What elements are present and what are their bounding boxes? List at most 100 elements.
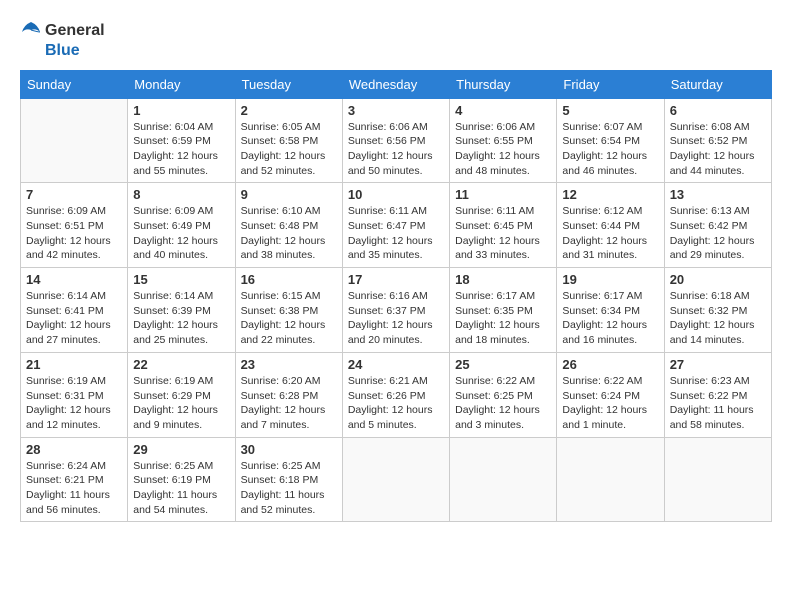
day-number: 12 (562, 187, 658, 202)
day-number: 5 (562, 103, 658, 118)
calendar-cell (557, 437, 664, 522)
calendar-cell: 22 Sunrise: 6:19 AM Sunset: 6:29 PM Dayli… (128, 352, 235, 437)
day-number: 18 (455, 272, 551, 287)
calendar-week-4: 21 Sunrise: 6:19 AM Sunset: 6:31 PM Dayli… (21, 352, 772, 437)
calendar-cell: 14Sunrise: 6:14 AM Sunset: 6:41 PM Dayli… (21, 268, 128, 353)
day-number: 10 (348, 187, 444, 202)
cell-info: Sunrise: 6:23 AM Sunset: 6:22 PM Dayligh… (670, 374, 766, 433)
calendar-cell: 11 Sunrise: 6:11 AM Sunset: 6:45 PM Dayli… (450, 183, 557, 268)
calendar-week-3: 14Sunrise: 6:14 AM Sunset: 6:41 PM Dayli… (21, 268, 772, 353)
day-number: 14 (26, 272, 122, 287)
day-number: 19 (562, 272, 658, 287)
cell-info: Sunrise: 6:15 AM Sunset: 6:38 PM Dayligh… (241, 289, 337, 348)
calendar-cell: 29 Sunrise: 6:25 AM Sunset: 6:19 PM Dayli… (128, 437, 235, 522)
cell-info: Sunrise: 6:16 AM Sunset: 6:37 PM Dayligh… (348, 289, 444, 348)
calendar-cell: 5Sunrise: 6:07 AM Sunset: 6:54 PM Daylig… (557, 98, 664, 183)
calendar-cell: 13Sunrise: 6:13 AM Sunset: 6:42 PM Dayli… (664, 183, 771, 268)
cell-info: Sunrise: 6:11 AM Sunset: 6:45 PM Dayligh… (455, 204, 551, 263)
calendar-cell: 3Sunrise: 6:06 AM Sunset: 6:56 PM Daylig… (342, 98, 449, 183)
logo: General Blue (20, 20, 105, 60)
logo-bird-icon (20, 20, 42, 42)
calendar-cell: 19 Sunrise: 6:17 AM Sunset: 6:34 PM Dayli… (557, 268, 664, 353)
logo-general: General (45, 22, 105, 40)
day-number: 6 (670, 103, 766, 118)
cell-info: Sunrise: 6:04 AM Sunset: 6:59 PM Dayligh… (133, 120, 229, 179)
cell-info: Sunrise: 6:25 AM Sunset: 6:18 PM Dayligh… (241, 459, 337, 518)
cell-info: Sunrise: 6:09 AM Sunset: 6:49 PM Dayligh… (133, 204, 229, 263)
day-number: 28 (26, 442, 122, 457)
cell-info: Sunrise: 6:06 AM Sunset: 6:55 PM Dayligh… (455, 120, 551, 179)
day-header-tuesday: Tuesday (235, 70, 342, 98)
calendar-cell: 1 Sunrise: 6:04 AM Sunset: 6:59 PM Daylig… (128, 98, 235, 183)
day-number: 3 (348, 103, 444, 118)
calendar-cell: 25Sunrise: 6:22 AM Sunset: 6:25 PM Dayli… (450, 352, 557, 437)
cell-info: Sunrise: 6:20 AM Sunset: 6:28 PM Dayligh… (241, 374, 337, 433)
cell-info: Sunrise: 6:08 AM Sunset: 6:52 PM Dayligh… (670, 120, 766, 179)
day-number: 9 (241, 187, 337, 202)
day-header-sunday: Sunday (21, 70, 128, 98)
day-header-thursday: Thursday (450, 70, 557, 98)
calendar-cell: 27 Sunrise: 6:23 AM Sunset: 6:22 PM Dayli… (664, 352, 771, 437)
day-number: 7 (26, 187, 122, 202)
calendar-cell: 7 Sunrise: 6:09 AM Sunset: 6:51 PM Daylig… (21, 183, 128, 268)
calendar-week-5: 28Sunrise: 6:24 AM Sunset: 6:21 PM Dayli… (21, 437, 772, 522)
day-number: 27 (670, 357, 766, 372)
day-number: 22 (133, 357, 229, 372)
calendar-cell: 30Sunrise: 6:25 AM Sunset: 6:18 PM Dayli… (235, 437, 342, 522)
calendar-cell: 8 Sunrise: 6:09 AM Sunset: 6:49 PM Daylig… (128, 183, 235, 268)
calendar-cell (664, 437, 771, 522)
day-number: 25 (455, 357, 551, 372)
day-number: 23 (241, 357, 337, 372)
cell-info: Sunrise: 6:14 AM Sunset: 6:39 PM Dayligh… (133, 289, 229, 348)
cell-info: Sunrise: 6:12 AM Sunset: 6:44 PM Dayligh… (562, 204, 658, 263)
calendar-cell: 24 Sunrise: 6:21 AM Sunset: 6:26 PM Dayli… (342, 352, 449, 437)
cell-info: Sunrise: 6:17 AM Sunset: 6:35 PM Dayligh… (455, 289, 551, 348)
calendar-cell (450, 437, 557, 522)
day-number: 2 (241, 103, 337, 118)
cell-info: Sunrise: 6:05 AM Sunset: 6:58 PM Dayligh… (241, 120, 337, 179)
cell-info: Sunrise: 6:18 AM Sunset: 6:32 PM Dayligh… (670, 289, 766, 348)
calendar-table: SundayMondayTuesdayWednesdayThursdayFrid… (20, 70, 772, 523)
calendar-header-row: SundayMondayTuesdayWednesdayThursdayFrid… (21, 70, 772, 98)
day-number: 24 (348, 357, 444, 372)
day-header-saturday: Saturday (664, 70, 771, 98)
calendar-cell: 23 Sunrise: 6:20 AM Sunset: 6:28 PM Dayli… (235, 352, 342, 437)
day-number: 15 (133, 272, 229, 287)
day-number: 29 (133, 442, 229, 457)
cell-info: Sunrise: 6:17 AM Sunset: 6:34 PM Dayligh… (562, 289, 658, 348)
calendar-week-1: 1 Sunrise: 6:04 AM Sunset: 6:59 PM Daylig… (21, 98, 772, 183)
day-number: 4 (455, 103, 551, 118)
calendar-cell: 28Sunrise: 6:24 AM Sunset: 6:21 PM Dayli… (21, 437, 128, 522)
cell-info: Sunrise: 6:11 AM Sunset: 6:47 PM Dayligh… (348, 204, 444, 263)
calendar-cell: 15 Sunrise: 6:14 AM Sunset: 6:39 PM Dayli… (128, 268, 235, 353)
day-header-monday: Monday (128, 70, 235, 98)
header: General Blue (20, 20, 772, 60)
day-header-friday: Friday (557, 70, 664, 98)
day-header-wednesday: Wednesday (342, 70, 449, 98)
calendar-cell (342, 437, 449, 522)
day-number: 21 (26, 357, 122, 372)
calendar-cell: 16Sunrise: 6:15 AM Sunset: 6:38 PM Dayli… (235, 268, 342, 353)
cell-info: Sunrise: 6:21 AM Sunset: 6:26 PM Dayligh… (348, 374, 444, 433)
cell-info: Sunrise: 6:25 AM Sunset: 6:19 PM Dayligh… (133, 459, 229, 518)
day-number: 11 (455, 187, 551, 202)
calendar-cell: 4 Sunrise: 6:06 AM Sunset: 6:55 PM Daylig… (450, 98, 557, 183)
calendar-cell (21, 98, 128, 183)
calendar-cell: 21 Sunrise: 6:19 AM Sunset: 6:31 PM Dayli… (21, 352, 128, 437)
calendar-cell: 20 Sunrise: 6:18 AM Sunset: 6:32 PM Dayli… (664, 268, 771, 353)
day-number: 8 (133, 187, 229, 202)
logo-container: General Blue (20, 20, 105, 60)
calendar-cell: 2 Sunrise: 6:05 AM Sunset: 6:58 PM Daylig… (235, 98, 342, 183)
cell-info: Sunrise: 6:09 AM Sunset: 6:51 PM Dayligh… (26, 204, 122, 263)
calendar-cell: 18 Sunrise: 6:17 AM Sunset: 6:35 PM Dayli… (450, 268, 557, 353)
cell-info: Sunrise: 6:19 AM Sunset: 6:31 PM Dayligh… (26, 374, 122, 433)
cell-info: Sunrise: 6:10 AM Sunset: 6:48 PM Dayligh… (241, 204, 337, 263)
calendar-cell: 9 Sunrise: 6:10 AM Sunset: 6:48 PM Daylig… (235, 183, 342, 268)
logo-blue: Blue (45, 42, 105, 60)
calendar-cell: 26Sunrise: 6:22 AM Sunset: 6:24 PM Dayli… (557, 352, 664, 437)
day-number: 17 (348, 272, 444, 287)
day-number: 20 (670, 272, 766, 287)
cell-info: Sunrise: 6:13 AM Sunset: 6:42 PM Dayligh… (670, 204, 766, 263)
day-number: 1 (133, 103, 229, 118)
cell-info: Sunrise: 6:19 AM Sunset: 6:29 PM Dayligh… (133, 374, 229, 433)
